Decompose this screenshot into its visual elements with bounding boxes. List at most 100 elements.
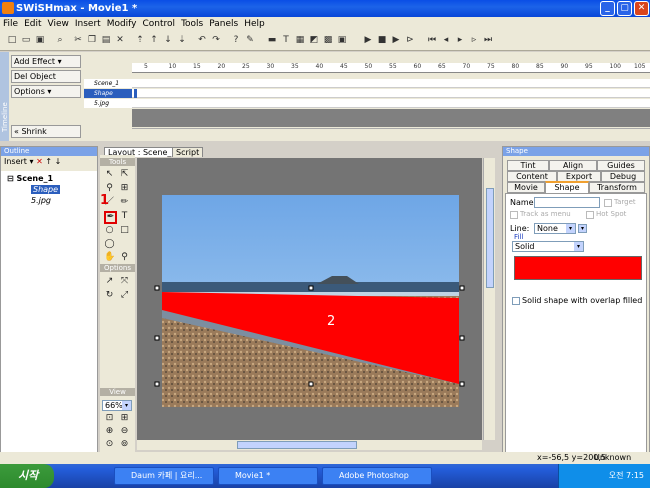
zoom-out-icon[interactable]: ⊖ bbox=[119, 426, 130, 437]
stop-icon[interactable]: ■ bbox=[376, 34, 388, 46]
zoom-200-icon[interactable]: ⊚ bbox=[119, 439, 130, 450]
fill-select[interactable]: Solid ▾ bbox=[512, 241, 584, 252]
solid-overlap-checkbox[interactable] bbox=[512, 297, 520, 305]
undo-icon[interactable]: ↶ bbox=[196, 34, 208, 46]
insert-shape-icon[interactable]: ◩ bbox=[308, 34, 320, 46]
line-select[interactable]: None ▾ bbox=[534, 223, 576, 234]
maximize-button[interactable]: ▢ bbox=[617, 1, 632, 16]
fill-transform-icon[interactable]: ⊞ bbox=[119, 183, 130, 194]
tree-item-shape[interactable]: Shape bbox=[31, 185, 61, 194]
menu-help[interactable]: Help bbox=[241, 17, 268, 31]
hot-spot-checkbox[interactable] bbox=[586, 211, 594, 219]
step-forward-icon[interactable]: ▹ bbox=[468, 34, 480, 46]
text-tool-icon[interactable]: T bbox=[119, 211, 130, 222]
edit-icon[interactable]: ✎ bbox=[244, 34, 256, 46]
tab-movie[interactable]: Movie bbox=[507, 182, 545, 193]
menu-view[interactable]: View bbox=[45, 17, 72, 31]
delete-icon[interactable]: ✕ bbox=[114, 34, 126, 46]
rotate-option-icon[interactable]: ↻ bbox=[104, 290, 115, 301]
fast-forward-icon[interactable]: ⏭ bbox=[482, 34, 494, 46]
zoom-in-icon[interactable]: ⊕ bbox=[104, 426, 115, 437]
paste-icon[interactable]: ▤ bbox=[100, 34, 112, 46]
zoom-tool-icon[interactable]: ⚲ bbox=[119, 252, 130, 263]
tab-tint[interactable]: Tint bbox=[507, 160, 549, 171]
timeline-lane-shape[interactable] bbox=[132, 89, 650, 98]
tab-guides[interactable]: Guides bbox=[597, 160, 645, 171]
del-object-button[interactable]: Del Object bbox=[11, 70, 81, 83]
zoom-fit-icon[interactable]: ⊡ bbox=[104, 413, 115, 424]
zoom-select[interactable]: 66% ▾ bbox=[102, 400, 132, 411]
tab-script[interactable]: Script bbox=[172, 147, 204, 157]
insert-scene-icon[interactable]: ▬ bbox=[266, 34, 278, 46]
fill-color-swatch[interactable] bbox=[514, 256, 642, 280]
timeline-hscroll[interactable] bbox=[132, 128, 650, 139]
outline-insert-button[interactable]: Insert bbox=[4, 157, 27, 166]
new-icon[interactable]: □ bbox=[6, 34, 18, 46]
vscroll-thumb[interactable] bbox=[486, 188, 494, 288]
ellipse-tool-icon[interactable]: ○ bbox=[104, 225, 115, 236]
subselect-tool-icon[interactable]: ⇱ bbox=[119, 169, 130, 180]
backward-icon[interactable]: ↓ bbox=[162, 34, 174, 46]
save-icon[interactable]: ▣ bbox=[34, 34, 46, 46]
task-daum-cafe[interactable]: Daum 카페 | 요리... bbox=[114, 467, 214, 485]
hscroll-thumb[interactable] bbox=[237, 441, 357, 449]
timeline-lane-image[interactable] bbox=[132, 99, 650, 108]
menu-file[interactable]: File bbox=[0, 17, 21, 31]
timeline-row-scene[interactable]: Scene_1 bbox=[84, 79, 132, 88]
tab-transform[interactable]: Transform bbox=[589, 182, 645, 193]
tab-align[interactable]: Align bbox=[549, 160, 597, 171]
preview-icon[interactable]: ▸ bbox=[454, 34, 466, 46]
tree-item-image[interactable]: 5.jpg bbox=[31, 196, 51, 205]
minimize-button[interactable]: _ bbox=[600, 1, 615, 16]
scale-option-icon[interactable]: ⤧ bbox=[119, 276, 130, 287]
play-object-icon[interactable]: ⊳ bbox=[404, 34, 416, 46]
tree-item-scene[interactable]: ⊟ Scene_1 bbox=[7, 174, 53, 183]
copy-icon[interactable]: ❐ bbox=[86, 34, 98, 46]
send-back-icon[interactable]: ⇣ bbox=[176, 34, 188, 46]
menu-insert[interactable]: Insert bbox=[72, 17, 104, 31]
insert-image-icon[interactable]: ▦ bbox=[294, 34, 306, 46]
menu-panels[interactable]: Panels bbox=[206, 17, 241, 31]
hand-tool-icon[interactable]: ✋ bbox=[104, 252, 115, 263]
outline-down-icon[interactable]: ↓ bbox=[55, 157, 62, 166]
redo-icon[interactable]: ↷ bbox=[210, 34, 222, 46]
stage-hscroll[interactable] bbox=[137, 440, 482, 450]
options-button[interactable]: Options ▾ bbox=[11, 85, 81, 98]
step-back-icon[interactable]: ◂ bbox=[440, 34, 452, 46]
track-as-menu-checkbox[interactable] bbox=[510, 211, 518, 219]
forward-icon[interactable]: ↑ bbox=[148, 34, 160, 46]
insert-button-icon[interactable]: ▣ bbox=[336, 34, 348, 46]
menu-edit[interactable]: Edit bbox=[21, 17, 44, 31]
close-button[interactable]: ✕ bbox=[634, 1, 649, 16]
pen-tool-icon[interactable]: ✒ bbox=[104, 211, 117, 224]
insert-text-icon[interactable]: T bbox=[280, 34, 292, 46]
shrink-button[interactable]: « Shrink bbox=[11, 125, 81, 138]
menu-control[interactable]: Control bbox=[140, 17, 179, 31]
line-color-button[interactable]: ▾ bbox=[578, 224, 587, 233]
skew-option-icon[interactable]: ⤢ bbox=[119, 290, 130, 301]
zoom-all-icon[interactable]: ⊞ bbox=[119, 413, 130, 424]
task-movie1[interactable]: Movie1 * bbox=[218, 467, 318, 485]
outline-delete-icon[interactable]: ✕ bbox=[36, 157, 43, 166]
stage-area[interactable]: 2 bbox=[137, 158, 482, 440]
play-icon[interactable]: ▶ bbox=[362, 34, 374, 46]
pencil-tool-icon[interactable]: ✏ bbox=[119, 197, 130, 208]
start-button[interactable]: 시작 bbox=[0, 464, 54, 488]
help-icon[interactable]: ? bbox=[230, 34, 242, 46]
name-field[interactable] bbox=[534, 197, 600, 208]
playhead[interactable] bbox=[134, 89, 137, 98]
task-photoshop[interactable]: Adobe Photoshop bbox=[322, 467, 432, 485]
cut-icon[interactable]: ✂ bbox=[72, 34, 84, 46]
timeline-lane-scene[interactable] bbox=[132, 79, 650, 88]
outline-up-icon[interactable]: ↑ bbox=[45, 157, 52, 166]
stage-canvas[interactable]: 2 bbox=[137, 158, 482, 440]
snap-option-icon[interactable]: ↗ bbox=[104, 276, 115, 287]
target-checkbox[interactable] bbox=[604, 199, 612, 207]
tab-debug[interactable]: Debug bbox=[601, 171, 645, 182]
add-effect-button[interactable]: Add Effect ▾ bbox=[11, 55, 81, 68]
stage-vscroll[interactable] bbox=[483, 158, 495, 440]
rectangle-tool-icon[interactable]: □ bbox=[119, 225, 130, 236]
open-icon[interactable]: ▭ bbox=[20, 34, 32, 46]
find-icon[interactable]: ⌕ bbox=[54, 34, 66, 46]
rewind-icon[interactable]: ⏮ bbox=[426, 34, 438, 46]
